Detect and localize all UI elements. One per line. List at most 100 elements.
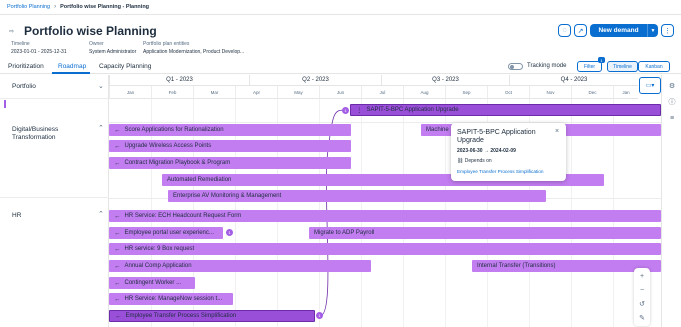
chevron-right-icon: › xyxy=(54,4,57,10)
tracking-mode-toggle[interactable] xyxy=(508,63,523,70)
roadmap-bar-managenow[interactable]: ← HR Service: ManageNow session t... xyxy=(109,293,233,305)
owner-value: System Administrator xyxy=(89,49,137,55)
roadmap-bar-sapit[interactable]: ⋮ SAPIT-5-BPC Application Upgrade xyxy=(350,104,661,116)
calendar-settings-button[interactable]: ▭▾ xyxy=(639,77,661,94)
month-header: Nov xyxy=(529,86,571,99)
settings-icon[interactable]: ⚙ xyxy=(666,80,678,92)
chevron-down-icon[interactable]: ⌄ xyxy=(98,82,104,90)
owner-meta: Owner System Administrator xyxy=(89,41,136,55)
caret-down-icon: ▼ xyxy=(650,27,656,34)
info-icon[interactable]: ⓘ xyxy=(666,96,678,108)
group-pane: Portfolio ⌄ Digital/Business Transformat… xyxy=(0,75,109,327)
roadmap-bar-enterprise[interactable]: Enterprise AV Monitoring & Management xyxy=(168,190,546,202)
roadmap-bar-adp[interactable]: Migrate to ADP Payroll xyxy=(309,227,661,239)
bar-label: Contingent Worker ... xyxy=(124,280,182,286)
new-demand-button[interactable]: New demand xyxy=(590,24,647,37)
zoom-in-icon[interactable]: + xyxy=(636,270,648,282)
kanban-view-button[interactable]: Kanban xyxy=(638,61,670,72)
dependency-link[interactable]: Employee Transfer Process Simplification xyxy=(457,169,544,174)
list-icon[interactable]: ≡ xyxy=(666,112,678,124)
arrow-left-icon: ← xyxy=(114,295,121,303)
roadmap-bar-9box[interactable]: ← HR service: 9 Box request xyxy=(109,243,661,255)
entities-value[interactable]: Application Modernization, Product Devel… xyxy=(143,49,244,55)
breadcrumb: Portfolio Planning › Portfolio wise Plan… xyxy=(0,0,681,15)
month-header: Feb xyxy=(151,86,193,99)
bar-detail-popover: SAPIT-5-BPC Application Upgrade × 2023-0… xyxy=(451,123,566,181)
bar-label: Automated Remediation xyxy=(167,177,232,183)
arrow-left-icon: ← xyxy=(114,126,121,134)
month-header: Oct xyxy=(487,86,529,99)
group-row-digital[interactable]: Digital/Business Transformation ⌃ xyxy=(0,99,109,198)
tab-roadmap[interactable]: Roadmap xyxy=(58,63,86,70)
filter-label: Filter xyxy=(583,63,596,70)
entities-label: Portfolio plan entities xyxy=(143,41,190,47)
bar-label: Machine xyxy=(426,127,449,133)
drag-handle-icon[interactable]: ⋮ xyxy=(356,106,363,114)
month-header: Dec xyxy=(571,86,613,99)
roadmap-bar-upgrade-wap[interactable]: ← Upgrade Wireless Access Points xyxy=(109,140,351,152)
chevron-up-icon[interactable]: ⌃ xyxy=(98,210,104,218)
dependency-badge[interactable]: 1 xyxy=(226,229,233,236)
roadmap-bar-transfer[interactable]: Internal Transfer (Transitions) xyxy=(472,260,661,272)
bar-label: Enterprise AV Monitoring & Management xyxy=(173,193,282,199)
right-rail: ⚙ ⓘ ≡ xyxy=(661,75,681,327)
month-header: Jun xyxy=(319,86,361,99)
month-header: Jul xyxy=(361,86,403,99)
breadcrumb-portfolio-planning[interactable]: Portfolio Planning xyxy=(7,4,50,10)
zoom-out-icon[interactable]: − xyxy=(636,284,648,296)
month-header: Mar xyxy=(193,86,235,99)
tab-active-indicator xyxy=(52,72,90,74)
month-header: Apr xyxy=(235,86,277,99)
share-icon: ↗ xyxy=(577,27,584,35)
timeline-value: 2023-01-01 - 2025-12-31 xyxy=(11,49,67,55)
roadmap-bar-portal[interactable]: ← Employee portal user experienc... xyxy=(109,227,223,239)
tab-capacity-planning[interactable]: Capacity Planning xyxy=(99,63,151,70)
roadmap-bar-annual[interactable]: ← Annual Comp Application xyxy=(109,260,371,272)
roadmap-bar-employee-transfer[interactable]: ← Employee Transfer Process Simplificatio… xyxy=(109,310,315,322)
comment-icon: ◌ xyxy=(562,27,567,34)
close-icon[interactable]: × xyxy=(555,128,559,135)
month-header: May xyxy=(277,86,319,99)
group-row-portfolio[interactable]: Portfolio ⌄ xyxy=(0,75,109,99)
breadcrumb-current: Portfolio wise Planning - Planning xyxy=(60,4,150,10)
month-header: Aug xyxy=(403,86,445,99)
bar-label: Annual Comp Application xyxy=(124,263,192,269)
quarter-header: Q3 - 2023 xyxy=(381,75,509,86)
tracking-mode-label: Tracking mode xyxy=(527,63,567,69)
dependency-badge[interactable]: 1 xyxy=(342,107,349,114)
timeline-view-button[interactable]: Timeline xyxy=(607,61,638,72)
edit-icon[interactable]: ✎ xyxy=(636,312,648,324)
bar-label: Score Applications for Rationalization xyxy=(124,127,224,133)
chevron-up-icon[interactable]: ⌃ xyxy=(98,124,104,132)
depends-on-row: ⛓ Depends on xyxy=(457,158,492,164)
bar-label: Migrate to ADP Payroll xyxy=(314,230,375,236)
arrow-left-icon: ← xyxy=(114,142,121,150)
roadmap-bar-hr-ech[interactable]: ← HR Service: ECH Headcount Request Form xyxy=(109,210,661,222)
zoom-controls: + − ↺ ✎ xyxy=(634,268,650,326)
group-label-portfolio: Portfolio xyxy=(12,83,36,90)
arrow-left-icon: ← xyxy=(114,245,121,253)
arrow-left-icon: ← xyxy=(114,159,121,167)
page-title: Portfolio wise Planning xyxy=(24,24,157,38)
group-row-hr[interactable]: HR ⌃ xyxy=(0,198,109,327)
roadmap-bar-contingent[interactable]: ← Contingent Worker ... xyxy=(109,277,195,289)
roadmap-bar-score[interactable]: ← Score Applications for Rationalization xyxy=(109,124,351,136)
share-button[interactable]: ↗ xyxy=(574,24,587,37)
roadmap-bar-contract[interactable]: ← Contract Migration Playbook & Program xyxy=(109,157,351,169)
dependency-badge[interactable]: 1 xyxy=(316,312,323,319)
popover-title: SAPIT-5-BPC Application Upgrade xyxy=(457,129,536,144)
more-vertical-icon: ⋮ xyxy=(664,27,671,35)
month-header: Sep xyxy=(445,86,487,99)
bar-label: SAPIT-5-BPC Application Upgrade xyxy=(366,107,459,113)
reset-zoom-icon[interactable]: ↺ xyxy=(636,298,648,310)
expand-icon[interactable]: ⇨ xyxy=(9,28,14,35)
new-demand-dropdown[interactable]: ▼ xyxy=(647,24,658,37)
owner-label: Owner xyxy=(89,41,104,47)
filter-count-badge: 1 xyxy=(598,57,605,63)
comment-button[interactable]: ◌ xyxy=(558,24,571,37)
tab-prioritization[interactable]: Prioritization xyxy=(8,63,44,70)
timeline-meta: Timeline 2023-01-01 - 2025-12-31 xyxy=(11,41,67,55)
entities-meta: Portfolio plan entities Application Mode… xyxy=(143,41,244,55)
more-button[interactable]: ⋮ xyxy=(661,24,674,37)
arrow-left-icon: ← xyxy=(114,212,121,220)
